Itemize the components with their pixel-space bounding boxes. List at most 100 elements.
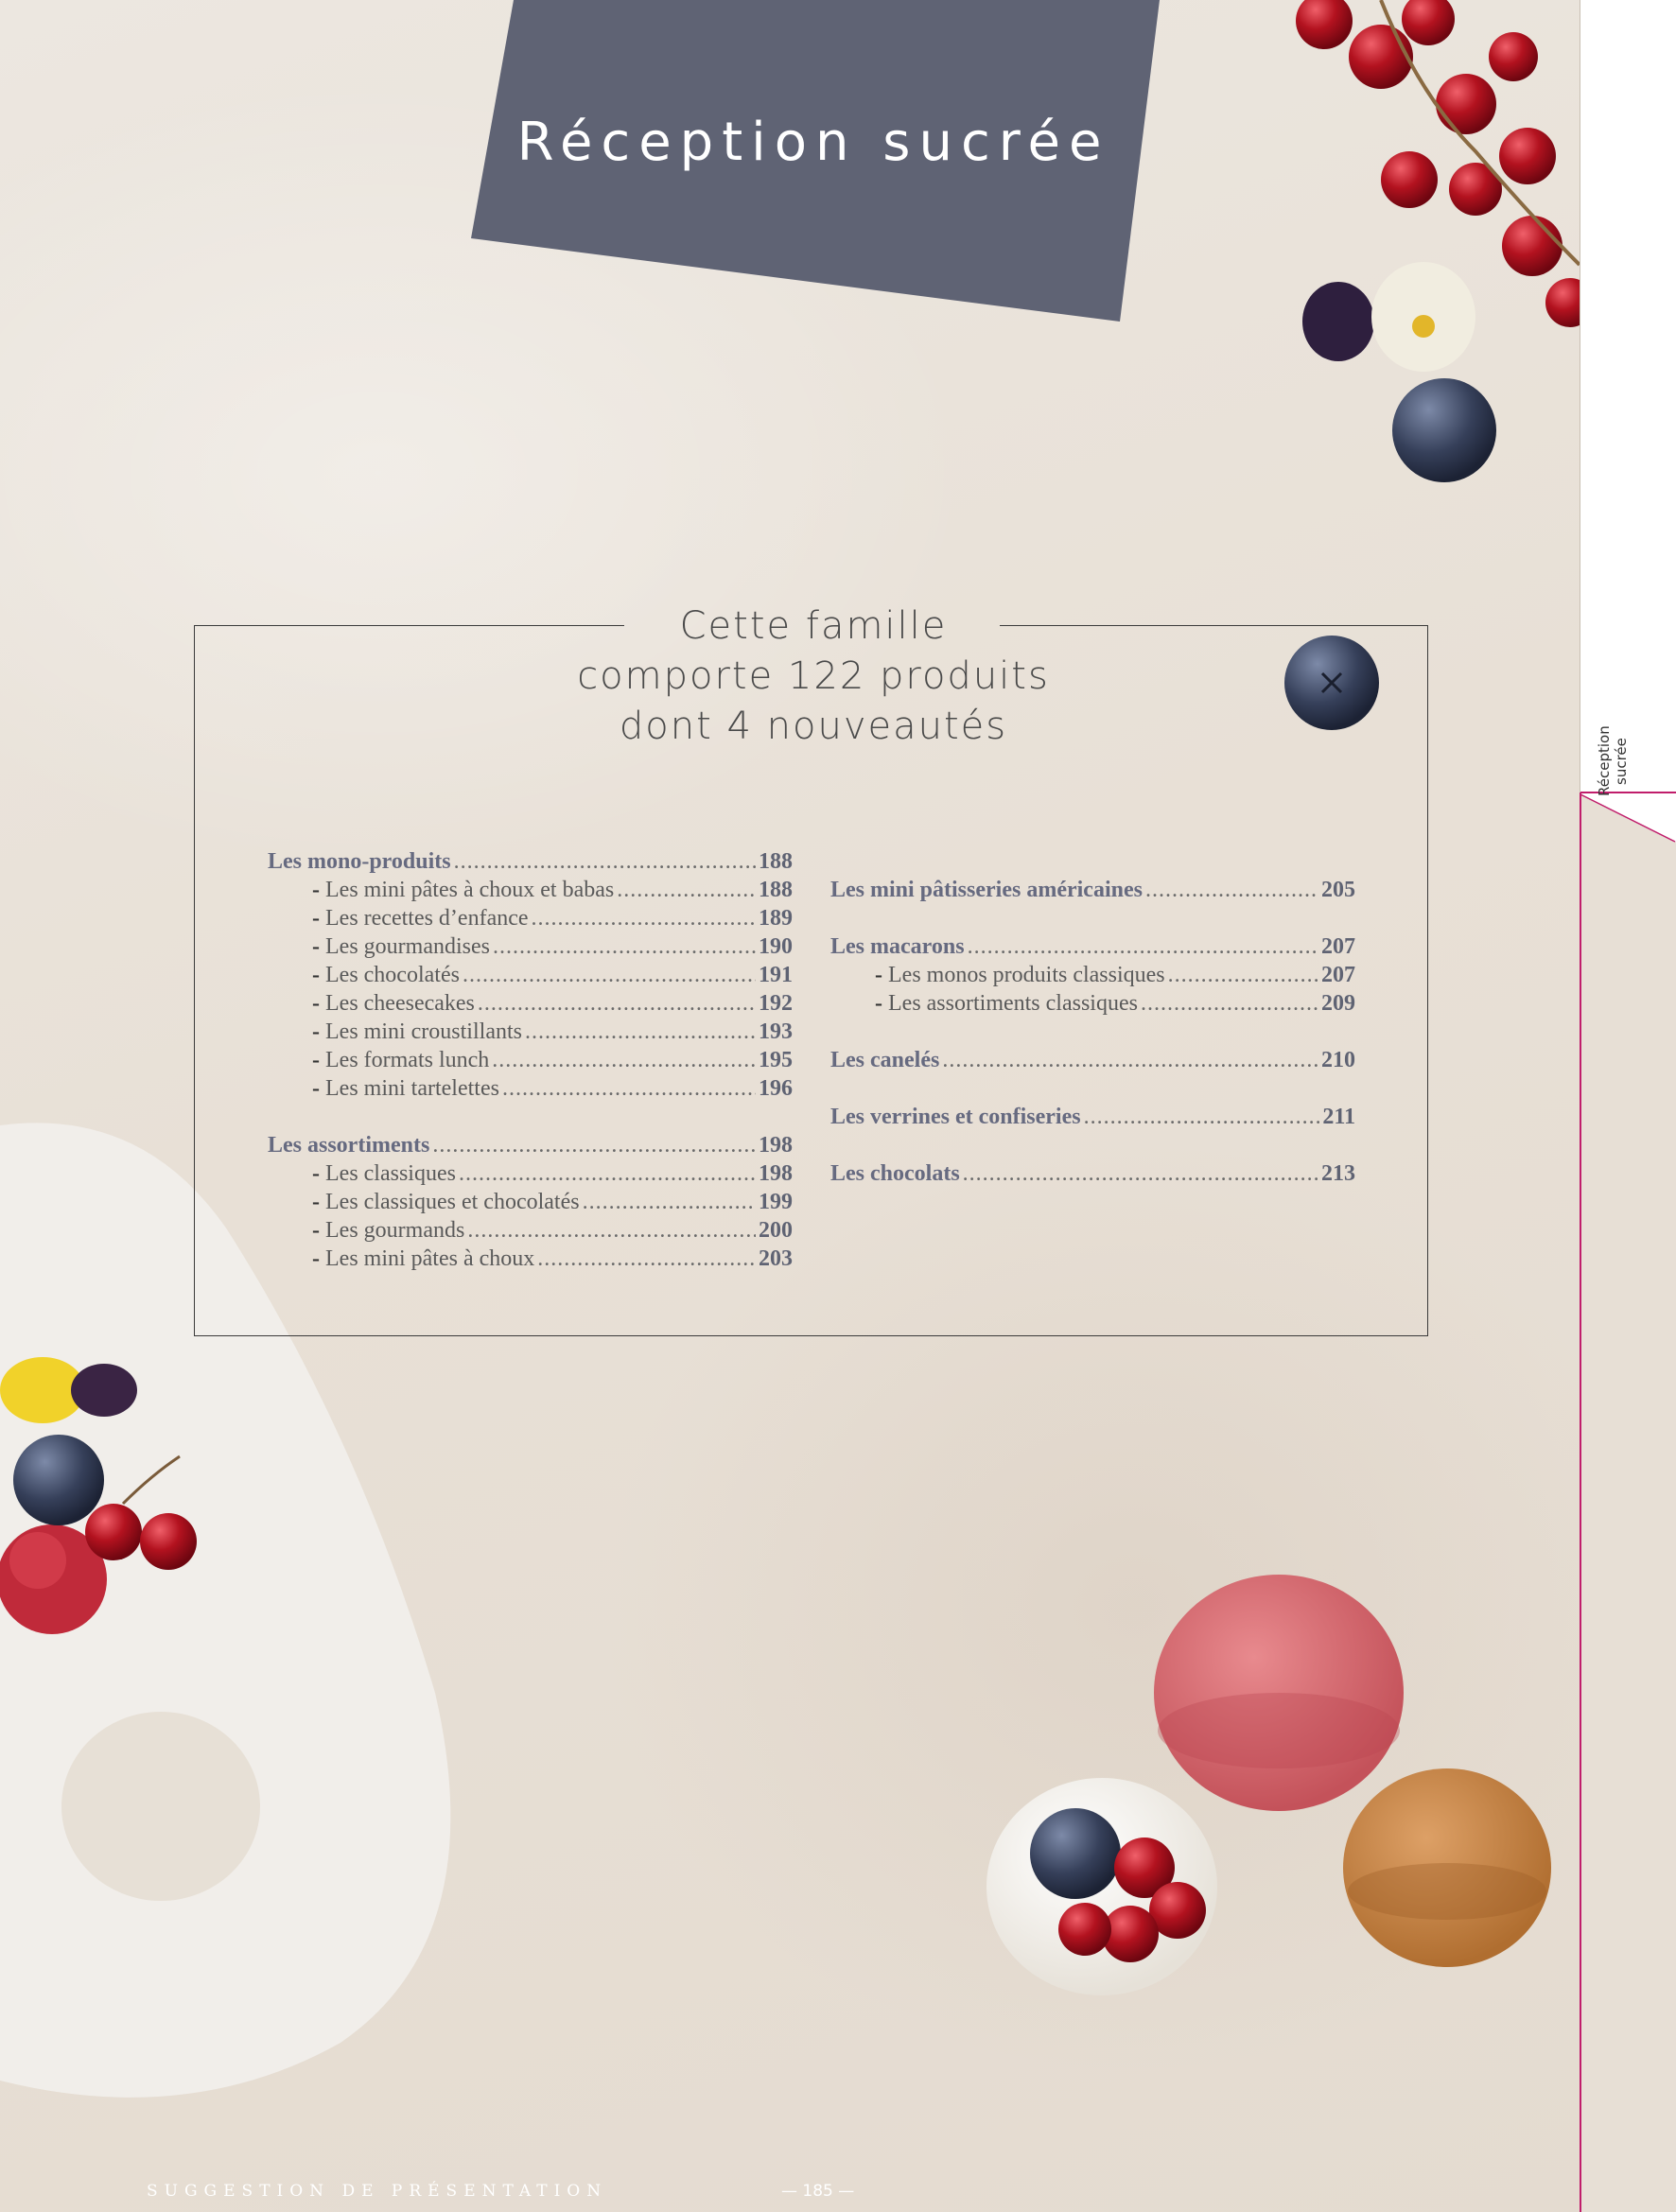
toc-entry-label: - Les assortiments classiques <box>830 989 1138 1018</box>
toc-entry-text: Les formats lunch <box>325 1048 490 1072</box>
toc-spacer <box>830 1018 1355 1046</box>
toc-bullet-dash: - <box>312 1019 320 1044</box>
toc-sub-entry[interactable]: -Les formats lunch 195 <box>268 1046 793 1074</box>
toc-entry-text: Les monos produits classiques <box>888 963 1165 987</box>
toc-entry-text: Les gourmands <box>325 1218 465 1243</box>
toc-entry-text: Les mini pâtisseries américaines <box>830 878 1143 902</box>
toc-entry-text: Les mini tartelettes <box>325 1076 499 1101</box>
toc-page-number: 199 <box>759 1190 793 1214</box>
toc-bullet-dash: - <box>875 963 882 987</box>
family-info: Cette famille comporte 122 produits dont… <box>530 601 1097 752</box>
toc-bullet-dash: - <box>312 1076 320 1101</box>
toc-leader-dots <box>432 1131 756 1159</box>
toc-leader-dots <box>493 932 756 961</box>
toc-entry-label: - Les formats lunch <box>268 1046 489 1074</box>
toc-page-number: 209 <box>1321 991 1355 1016</box>
toc-leader-dots <box>502 1074 756 1103</box>
toc-sub-entry[interactable]: -Les mini croustillants 193 <box>268 1018 793 1046</box>
family-info-line-2: comporte 122 produits <box>577 654 1050 698</box>
toc-entry-label: - Les gourmandises <box>268 932 490 961</box>
toc-sub-entry[interactable]: -Les chocolatés 191 <box>268 961 793 989</box>
toc-page-number: 196 <box>759 1076 793 1101</box>
toc-entry-text: Les canelés <box>830 1048 940 1072</box>
toc-bullet-dash: - <box>312 878 320 902</box>
toc-entry-text: Les mono-produits <box>268 849 451 874</box>
toc-page-number: 205 <box>1321 878 1355 902</box>
toc-page-number: 203 <box>759 1246 793 1271</box>
toc-leader-dots <box>1141 989 1318 1018</box>
toc-sub-entry[interactable]: -Les classiques et chocolatés 199 <box>268 1188 793 1216</box>
toc-page-number: 189 <box>759 906 793 931</box>
toc-sub-entry[interactable]: -Les assortiments classiques 209 <box>830 989 1355 1018</box>
toc-page-number: 211 <box>1322 1105 1355 1129</box>
toc-sub-entry[interactable]: -Les mini pâtes à choux 203 <box>268 1245 793 1273</box>
toc-entry-label: Les canelés <box>830 1046 939 1074</box>
toc-heading-entry[interactable]: Les mono-produits 188 <box>268 847 793 876</box>
toc-heading-entry[interactable]: Les macarons 207 <box>830 932 1355 961</box>
toc-bullet-dash: - <box>312 963 320 987</box>
toc-heading-entry[interactable]: Les chocolats 213 <box>830 1159 1355 1188</box>
toc-sub-entry[interactable]: -Les gourmandises 190 <box>268 932 793 961</box>
toc-heading-entry[interactable]: Les canelés 210 <box>830 1046 1355 1074</box>
toc-leader-dots <box>1145 876 1318 904</box>
toc-sub-entry[interactable]: -Les mini pâtes à choux et babas 188 <box>268 876 793 904</box>
toc-entry-label: - Les cheesecakes <box>268 989 475 1018</box>
toc-entry-label: - Les mini pâtes à choux et babas <box>268 876 614 904</box>
toc-entry-label: - Les recettes d’enfance <box>268 904 529 932</box>
toc-sub-entry[interactable]: -Les cheesecakes 192 <box>268 989 793 1018</box>
toc-page-number: 188 <box>759 878 793 902</box>
toc-sub-entry[interactable]: -Les gourmands 200 <box>268 1216 793 1245</box>
toc-heading-entry[interactable]: Les verrines et confiseries 211 <box>830 1103 1355 1131</box>
toc-entry-text: Les mini croustillants <box>325 1019 522 1044</box>
toc-bullet-dash: - <box>312 1218 320 1243</box>
toc-page-number: 210 <box>1321 1048 1355 1072</box>
toc-entry-text: Les assortiments <box>268 1133 430 1158</box>
toc-entry-text: Les recettes d’enfance <box>325 906 529 931</box>
toc-bullet-dash: - <box>312 1048 320 1072</box>
toc-page-number: 207 <box>1321 934 1355 959</box>
toc-leader-dots <box>1168 961 1318 989</box>
toc-sub-entry[interactable]: -Les monos produits classiques 207 <box>830 961 1355 989</box>
toc-leader-dots <box>492 1046 756 1074</box>
toc-entry-text: Les mini pâtes à choux et babas <box>325 878 615 902</box>
toc-left-column: Les mono-produits188-Les mini pâtes à ch… <box>268 847 793 1273</box>
toc-entry-label: Les verrines et confiseries <box>830 1103 1081 1131</box>
family-info-line-1: Cette famille <box>679 604 948 648</box>
toc-leader-dots <box>525 1018 756 1046</box>
toc-leader-dots <box>942 1046 1318 1074</box>
toc-sub-entry[interactable]: -Les recettes d’enfance 189 <box>268 904 793 932</box>
toc-entry-text: Les classiques <box>325 1161 456 1186</box>
page-number: 185 <box>781 2182 854 2201</box>
toc-page-number: 195 <box>759 1048 793 1072</box>
toc-entry-text: Les verrines et confiseries <box>830 1105 1081 1129</box>
toc-page-number: 190 <box>759 934 793 959</box>
toc-leader-dots <box>617 876 756 904</box>
toc-entry-label: - Les mini pâtes à choux <box>268 1245 534 1273</box>
toc-entry-text: Les gourmandises <box>325 934 490 959</box>
toc-spacer <box>830 1131 1355 1159</box>
toc-bullet-dash: - <box>312 991 320 1016</box>
toc-entry-label: - Les chocolatés <box>268 961 460 989</box>
toc-spacer <box>830 904 1355 932</box>
toc-sub-entry[interactable]: -Les classiques 198 <box>268 1159 793 1188</box>
toc-page-number: 198 <box>759 1161 793 1186</box>
toc-entry-text: Les classiques et chocolatés <box>325 1190 580 1214</box>
toc-entry-label: Les macarons <box>830 932 965 961</box>
toc-entry-text: Les mini pâtes à choux <box>325 1246 535 1271</box>
toc-entry-text: Les chocolats <box>830 1161 960 1186</box>
toc-bullet-dash: - <box>312 934 320 959</box>
toc-sub-entry[interactable]: -Les mini tartelettes 196 <box>268 1074 793 1103</box>
toc-heading-entry[interactable]: Les mini pâtisseries américaines 205 <box>830 876 1355 904</box>
toc-page-number: 191 <box>759 963 793 987</box>
toc-heading-entry[interactable]: Les assortiments 198 <box>268 1131 793 1159</box>
toc-entry-text: Les macarons <box>830 934 965 959</box>
page-title: Réception sucrée <box>516 112 1110 173</box>
toc-leader-dots <box>537 1245 756 1273</box>
toc-leader-dots <box>1084 1103 1320 1131</box>
toc-leader-dots <box>532 904 756 932</box>
toc-entry-label: - Les mini tartelettes <box>268 1074 499 1103</box>
toc-leader-dots <box>463 961 756 989</box>
side-tab-label: Réception sucrée <box>1596 725 1630 797</box>
toc-entry-text: Les cheesecakes <box>325 991 475 1016</box>
toc-entry-label: - Les classiques et chocolatés <box>268 1188 580 1216</box>
